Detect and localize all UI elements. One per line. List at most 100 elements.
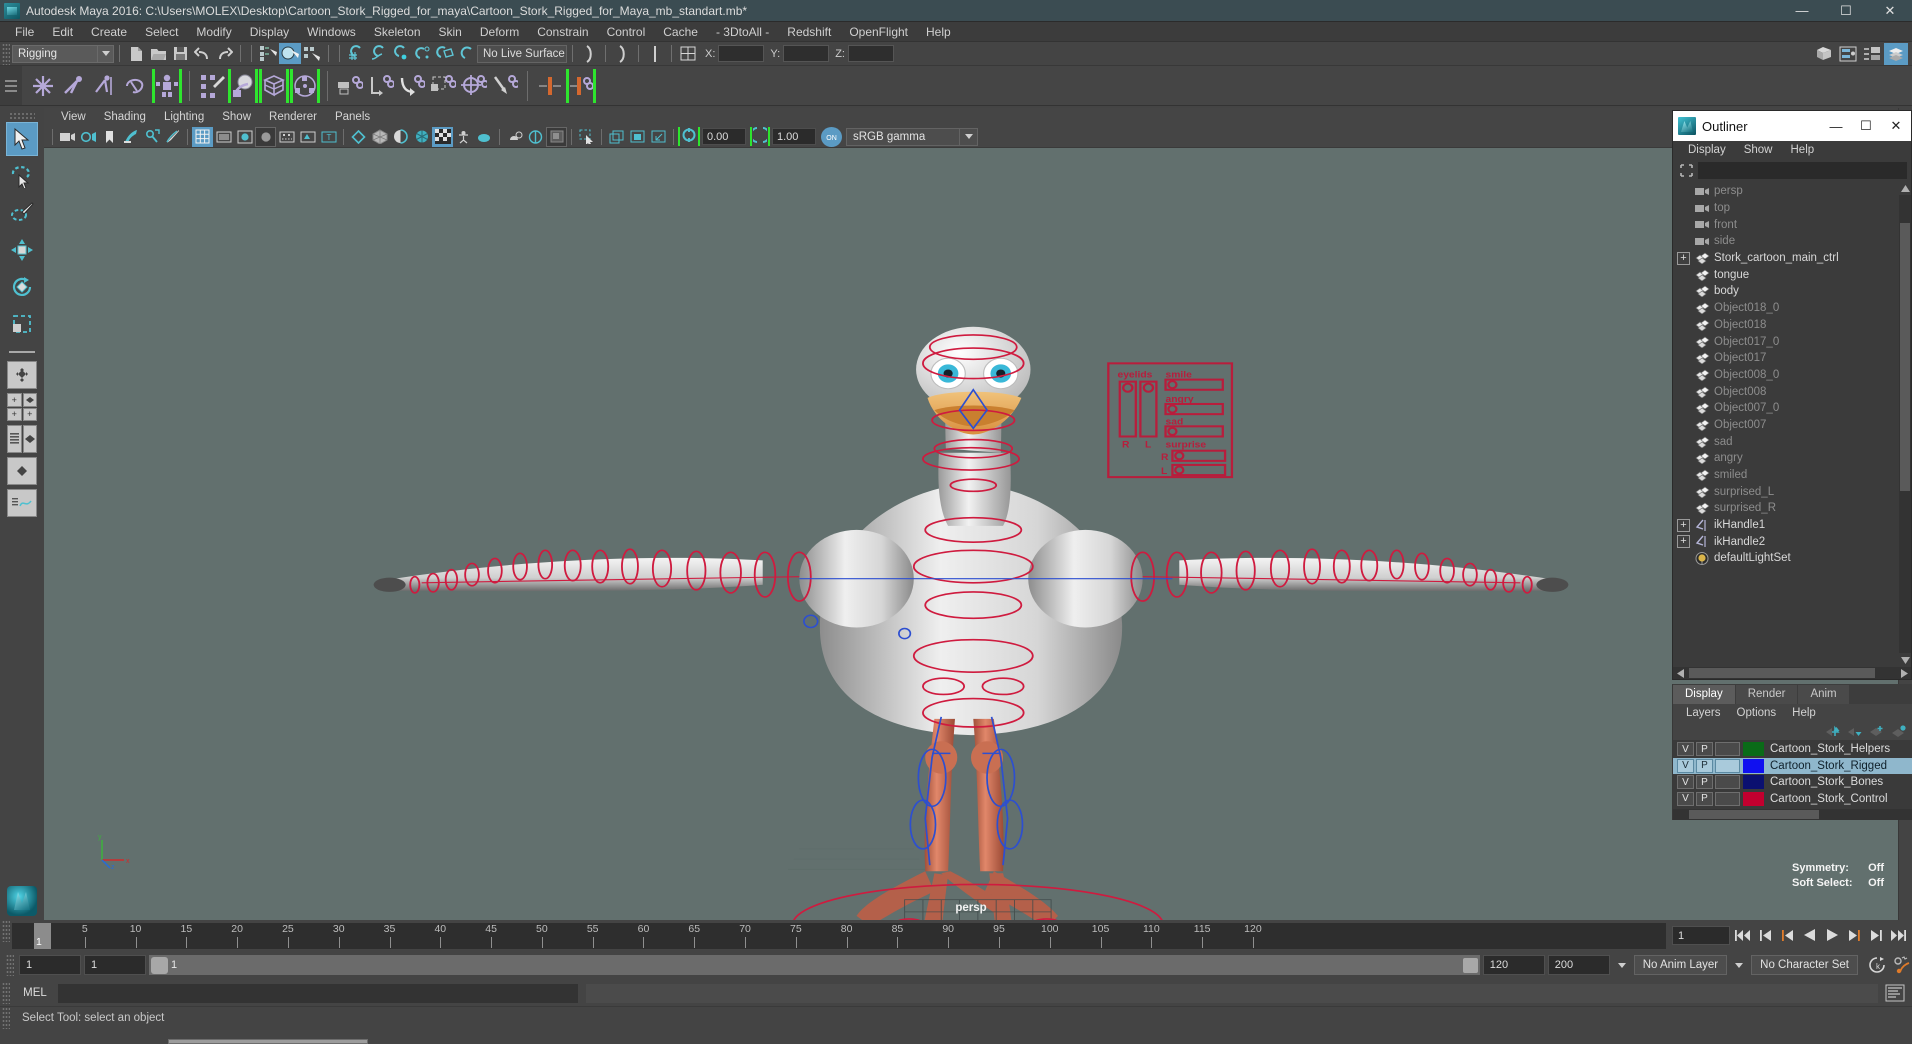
color-management-on-icon[interactable]: ON — [821, 126, 842, 147]
outliner-item-object018[interactable]: Object018 — [1673, 317, 1899, 334]
layer-hscroll-thumb[interactable] — [1689, 810, 1819, 819]
menu-3dtoall[interactable]: - 3DtoAll - — [707, 22, 778, 42]
time-slider-cursor[interactable]: 1 — [34, 923, 51, 949]
camera-attributes-icon[interactable] — [78, 127, 99, 147]
select-camera-icon[interactable] — [57, 127, 78, 147]
move-layer-up-icon[interactable] — [1824, 724, 1840, 738]
layer-display-type-toggle[interactable] — [1715, 758, 1740, 773]
isolate-select-icon[interactable] — [411, 127, 432, 147]
move-tool-button[interactable] — [6, 233, 38, 267]
single-perspective-layout-button[interactable] — [7, 361, 37, 389]
toolbox-grip[interactable] — [9, 112, 35, 119]
layer-menu-help[interactable]: Help — [1784, 704, 1824, 722]
outliner-item-object018-0[interactable]: Object018_0 — [1673, 300, 1899, 317]
live-surface-field[interactable]: No Live Surface — [477, 44, 567, 63]
shadows-icon[interactable] — [297, 127, 318, 147]
persp-graph-layout-button[interactable] — [7, 457, 37, 485]
scale-tool-button[interactable] — [6, 307, 38, 341]
snap-to-projected-center-icon[interactable] — [411, 43, 433, 64]
view-cube-icon[interactable] — [525, 127, 546, 147]
outliner-item-ikhandle2[interactable]: + ikHandle2 — [1673, 533, 1899, 550]
anim-end-field[interactable]: 200 — [1547, 955, 1610, 975]
show-modeling-toolkit-icon[interactable] — [1812, 43, 1836, 65]
layer-menu-options[interactable]: Options — [1729, 704, 1785, 722]
outliner-menu-display[interactable]: Display — [1679, 141, 1735, 159]
panel-copy-icon[interactable] — [606, 127, 627, 147]
outliner-item-surprised-l[interactable]: surprised_L — [1673, 483, 1899, 500]
layer-playback-toggle[interactable]: P — [1696, 791, 1713, 806]
grease-pencil-icon[interactable] — [162, 127, 183, 147]
shaded-flat-icon[interactable] — [213, 127, 234, 147]
layer-row-cartoon-stork-rigged[interactable]: V P Cartoon_Stork_Rigged — [1673, 757, 1912, 774]
step-back-frame-icon[interactable] — [1755, 923, 1776, 947]
outliner-hscroll-thumb[interactable] — [1689, 668, 1875, 678]
layer-color-swatch[interactable] — [1743, 758, 1764, 773]
undo-icon[interactable] — [191, 43, 213, 64]
outliner-menu-help[interactable]: Help — [1782, 141, 1824, 159]
outliner-scroll-up-arrow[interactable] — [1899, 181, 1911, 195]
layer-playback-toggle[interactable]: P — [1696, 758, 1713, 773]
smooth-bind-icon[interactable] — [228, 68, 258, 103]
paint-skin-weights-icon[interactable] — [197, 69, 227, 103]
multisample-icon[interactable] — [369, 127, 390, 147]
menu-skin[interactable]: Skin — [430, 22, 471, 42]
selection-mask-icon[interactable] — [677, 43, 699, 64]
outliner-item-object007-0[interactable]: Object007_0 — [1673, 400, 1899, 417]
outliner-item-tongue[interactable]: tongue — [1673, 266, 1899, 283]
layer-display-type-toggle[interactable] — [1715, 742, 1740, 757]
save-scene-icon[interactable] — [169, 43, 191, 64]
layer-list[interactable]: V P Cartoon_Stork_Helpers V P Cartoon_Stork_R… — [1673, 740, 1912, 809]
move-layer-down-icon[interactable] — [1846, 724, 1862, 738]
graph-editor-layout-button[interactable] — [7, 489, 37, 517]
shaded-textured-icon[interactable] — [255, 126, 276, 147]
outliner-item-side[interactable]: side — [1673, 233, 1899, 250]
step-forward-frame-icon[interactable] — [1865, 923, 1886, 947]
menu-openflight[interactable]: OpenFlight — [840, 22, 917, 42]
bookmark-icon[interactable] — [99, 127, 120, 147]
tab-render[interactable]: Render — [1735, 685, 1798, 704]
outliner-item-top[interactable]: top — [1673, 200, 1899, 217]
depth-of-field-icon[interactable] — [390, 127, 411, 147]
layer-color-swatch[interactable] — [1743, 742, 1764, 757]
expand-toggle[interactable]: + — [1677, 535, 1690, 549]
menu-file[interactable]: File — [6, 22, 43, 42]
coord-field-y[interactable] — [783, 45, 830, 62]
layer-menu-layers[interactable]: Layers — [1678, 704, 1729, 722]
four-view-layout-button[interactable]: + + + — [7, 393, 37, 421]
outliner-item-object008[interactable]: Object008 — [1673, 383, 1899, 400]
range-bar-right-handle[interactable] — [1462, 957, 1478, 973]
output-connections-icon[interactable] — [611, 43, 633, 64]
outliner-item-surprised-r[interactable]: surprised_R — [1673, 500, 1899, 517]
color-management-dropdown-arrow[interactable] — [960, 127, 978, 146]
menu-edit[interactable]: Edit — [43, 22, 82, 42]
time-slider-grip[interactable] — [2, 920, 10, 942]
animation-preferences-icon[interactable] — [1891, 953, 1912, 977]
range-bar[interactable]: 1 — [149, 955, 1480, 975]
command-language-label[interactable]: MEL — [12, 987, 58, 999]
viewport-menu-panels[interactable]: Panels — [326, 108, 379, 126]
expand-toggle[interactable]: + — [1677, 518, 1690, 532]
quick-rig-icon[interactable] — [152, 68, 182, 103]
menu-create[interactable]: Create — [82, 22, 136, 42]
insert-joint-icon[interactable] — [59, 69, 89, 103]
wireframe-icon[interactable] — [192, 126, 213, 147]
layer-color-swatch[interactable] — [1743, 791, 1764, 806]
new-layer-icon[interactable] — [1868, 724, 1884, 738]
layer-display-type-toggle[interactable] — [1715, 791, 1740, 806]
new-layer-from-selected-icon[interactable] — [1890, 724, 1906, 738]
auto-keyframe-icon[interactable]: k — [1867, 953, 1888, 977]
script-editor-icon[interactable] — [1882, 982, 1908, 1004]
layer-playback-toggle[interactable]: P — [1696, 742, 1713, 757]
layer-row-cartoon-stork-control[interactable]: V P Cartoon_Stork_Control — [1673, 791, 1912, 808]
select-by-component-icon[interactable] — [301, 43, 323, 64]
new-scene-icon[interactable] — [125, 43, 147, 64]
outliner-window[interactable]: Outliner — ☐ ✕ Display Show Help persp to… — [1672, 110, 1912, 680]
xray-active-components-icon[interactable] — [474, 127, 495, 147]
unparent-icon[interactable] — [366, 69, 396, 103]
snap-to-view-plane-icon[interactable] — [433, 43, 455, 64]
smooth-shade-all-icon[interactable] — [234, 127, 255, 147]
select-by-hierarchy-icon[interactable] — [257, 43, 279, 64]
outliner-close-button[interactable]: ✕ — [1881, 111, 1911, 141]
character-set-selector[interactable]: No Character Set — [1751, 955, 1858, 975]
play-backwards-icon[interactable] — [1799, 923, 1820, 947]
